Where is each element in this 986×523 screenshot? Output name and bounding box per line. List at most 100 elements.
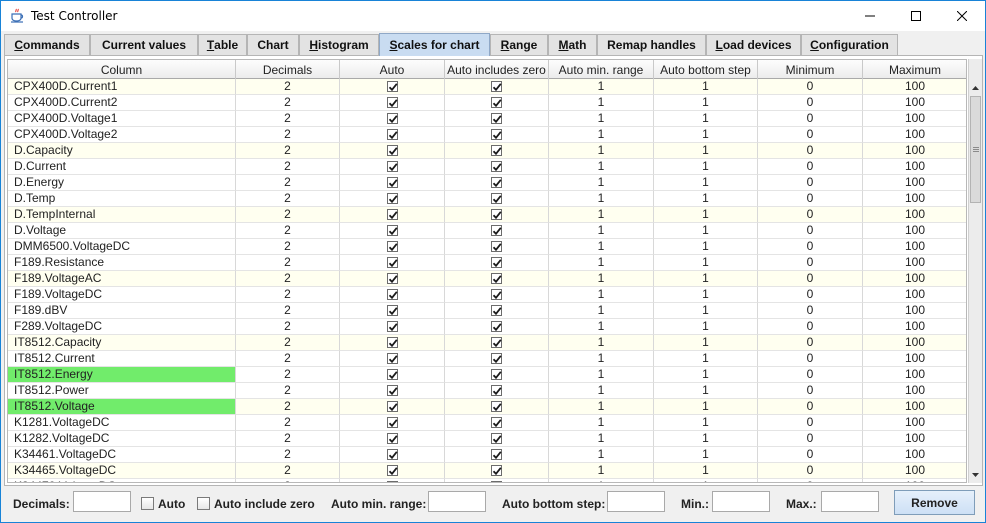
cell-auto-includes-zero[interactable] bbox=[445, 447, 549, 463]
cell-auto[interactable] bbox=[340, 223, 445, 239]
checkbox[interactable] bbox=[386, 449, 398, 460]
checkbox[interactable] bbox=[491, 129, 502, 140]
header-auto-bottom-step[interactable]: Auto bottom step bbox=[654, 60, 758, 79]
cell-maximum[interactable]: 100 bbox=[863, 111, 966, 127]
table-row[interactable]: CPX400D.Voltage1 2 1 1 0 100 bbox=[8, 111, 966, 127]
cell-column[interactable]: K1281.VoltageDC bbox=[8, 415, 236, 431]
cell-maximum[interactable]: 100 bbox=[863, 159, 966, 175]
cell-auto-bottom-step[interactable]: 1 bbox=[654, 399, 758, 415]
cell-maximum[interactable]: 100 bbox=[863, 175, 966, 191]
auto-include-zero-label[interactable]: Auto include zero bbox=[214, 497, 315, 511]
cell-auto-includes-zero[interactable] bbox=[445, 335, 549, 351]
cell-minimum[interactable]: 0 bbox=[758, 303, 863, 319]
cell-maximum[interactable]: 100 bbox=[863, 79, 966, 95]
cell-column[interactable]: K34470.VoltageDC bbox=[8, 479, 236, 482]
cell-auto[interactable] bbox=[340, 287, 445, 303]
cell-maximum[interactable]: 100 bbox=[863, 383, 966, 399]
cell-auto-bottom-step[interactable]: 1 bbox=[654, 383, 758, 399]
cell-auto-includes-zero[interactable] bbox=[445, 367, 549, 383]
table-row[interactable]: K34461.VoltageDC 2 1 1 0 100 bbox=[8, 447, 966, 463]
checkbox[interactable] bbox=[491, 449, 502, 460]
cell-minimum[interactable]: 0 bbox=[758, 191, 863, 207]
cell-auto-bottom-step[interactable]: 1 bbox=[654, 415, 758, 431]
cell-minimum[interactable]: 0 bbox=[758, 287, 863, 303]
cell-auto-bottom-step[interactable]: 1 bbox=[654, 111, 758, 127]
cell-auto-min-range[interactable]: 1 bbox=[549, 447, 654, 463]
cell-auto-bottom-step[interactable]: 1 bbox=[654, 79, 758, 95]
remove-button[interactable]: Remove bbox=[894, 490, 975, 515]
checkbox[interactable] bbox=[386, 321, 398, 332]
cell-maximum[interactable]: 100 bbox=[863, 287, 966, 303]
table-row[interactable]: IT8512.Energy 2 1 1 0 100 bbox=[8, 367, 966, 383]
cell-column[interactable]: CPX400D.Current1 bbox=[8, 79, 236, 95]
checkbox[interactable] bbox=[491, 257, 502, 268]
checkbox[interactable] bbox=[491, 161, 502, 172]
checkbox[interactable] bbox=[491, 353, 502, 364]
cell-auto-includes-zero[interactable] bbox=[445, 303, 549, 319]
cell-maximum[interactable]: 100 bbox=[863, 223, 966, 239]
cell-column[interactable]: CPX400D.Current2 bbox=[8, 95, 236, 111]
cell-column[interactable]: D.Current bbox=[8, 159, 236, 175]
header-minimum[interactable]: Minimum bbox=[758, 60, 863, 79]
checkbox[interactable] bbox=[386, 353, 398, 364]
table-row[interactable]: CPX400D.Current2 2 1 1 0 100 bbox=[8, 95, 966, 111]
checkbox[interactable] bbox=[491, 273, 502, 284]
tab-chart[interactable]: Chart bbox=[247, 34, 299, 55]
cell-auto-bottom-step[interactable]: 1 bbox=[654, 271, 758, 287]
cell-auto-includes-zero[interactable] bbox=[445, 191, 549, 207]
table-row[interactable]: F289.VoltageDC 2 1 1 0 100 bbox=[8, 319, 966, 335]
scroll-up-button[interactable] bbox=[969, 81, 982, 95]
table-row[interactable]: K1282.VoltageDC 2 1 1 0 100 bbox=[8, 431, 966, 447]
table-row[interactable]: DMM6500.VoltageDC 2 1 1 0 100 bbox=[8, 239, 966, 255]
cell-auto[interactable] bbox=[340, 303, 445, 319]
cell-auto-includes-zero[interactable] bbox=[445, 111, 549, 127]
cell-minimum[interactable]: 0 bbox=[758, 415, 863, 431]
cell-auto-min-range[interactable]: 1 bbox=[549, 143, 654, 159]
cell-auto-includes-zero[interactable] bbox=[445, 239, 549, 255]
checkbox[interactable] bbox=[386, 417, 398, 428]
cell-auto-min-range[interactable]: 1 bbox=[549, 191, 654, 207]
title-bar[interactable]: Test Controller bbox=[1, 1, 985, 31]
cell-column[interactable]: D.TempInternal bbox=[8, 207, 236, 223]
checkbox[interactable] bbox=[491, 369, 502, 380]
auto-bottom-step-field[interactable] bbox=[607, 491, 665, 512]
cell-auto-includes-zero[interactable] bbox=[445, 479, 549, 482]
cell-column[interactable]: DMM6500.VoltageDC bbox=[8, 239, 236, 255]
table-row[interactable]: F189.dBV 2 1 1 0 100 bbox=[8, 303, 966, 319]
cell-column[interactable]: D.Capacity bbox=[8, 143, 236, 159]
cell-column[interactable]: F189.dBV bbox=[8, 303, 236, 319]
cell-maximum[interactable]: 100 bbox=[863, 351, 966, 367]
checkbox[interactable] bbox=[386, 113, 398, 124]
cell-auto[interactable] bbox=[340, 335, 445, 351]
tab-histogram[interactable]: Histogram bbox=[299, 34, 379, 55]
checkbox[interactable] bbox=[491, 145, 502, 156]
cell-minimum[interactable]: 0 bbox=[758, 479, 863, 482]
cell-decimals[interactable]: 2 bbox=[236, 127, 340, 143]
cell-decimals[interactable]: 2 bbox=[236, 271, 340, 287]
cell-auto[interactable] bbox=[340, 239, 445, 255]
table-row[interactable]: D.TempInternal 2 1 1 0 100 bbox=[8, 207, 966, 223]
table-row[interactable]: D.Voltage 2 1 1 0 100 bbox=[8, 223, 966, 239]
cell-column[interactable]: F189.Resistance bbox=[8, 255, 236, 271]
header-auto[interactable]: Auto bbox=[340, 60, 445, 79]
table-row[interactable]: K1281.VoltageDC 2 1 1 0 100 bbox=[8, 415, 966, 431]
cell-column[interactable]: IT8512.Energy bbox=[8, 367, 236, 383]
checkbox[interactable] bbox=[491, 401, 502, 412]
minimize-button[interactable] bbox=[847, 1, 893, 31]
cell-minimum[interactable]: 0 bbox=[758, 383, 863, 399]
header-decimals[interactable]: Decimals bbox=[236, 60, 340, 79]
checkbox[interactable] bbox=[386, 401, 398, 412]
checkbox[interactable] bbox=[491, 321, 502, 332]
checkbox[interactable] bbox=[386, 177, 398, 188]
checkbox[interactable] bbox=[491, 193, 502, 204]
checkbox[interactable] bbox=[491, 481, 502, 482]
cell-decimals[interactable]: 2 bbox=[236, 351, 340, 367]
checkbox[interactable] bbox=[386, 129, 398, 140]
cell-decimals[interactable]: 2 bbox=[236, 159, 340, 175]
table-row[interactable]: K34465.VoltageDC 2 1 1 0 100 bbox=[8, 463, 966, 479]
cell-minimum[interactable]: 0 bbox=[758, 351, 863, 367]
decimals-field[interactable] bbox=[73, 491, 131, 512]
cell-auto-bottom-step[interactable]: 1 bbox=[654, 335, 758, 351]
cell-column[interactable]: F189.VoltageAC bbox=[8, 271, 236, 287]
cell-decimals[interactable]: 2 bbox=[236, 223, 340, 239]
